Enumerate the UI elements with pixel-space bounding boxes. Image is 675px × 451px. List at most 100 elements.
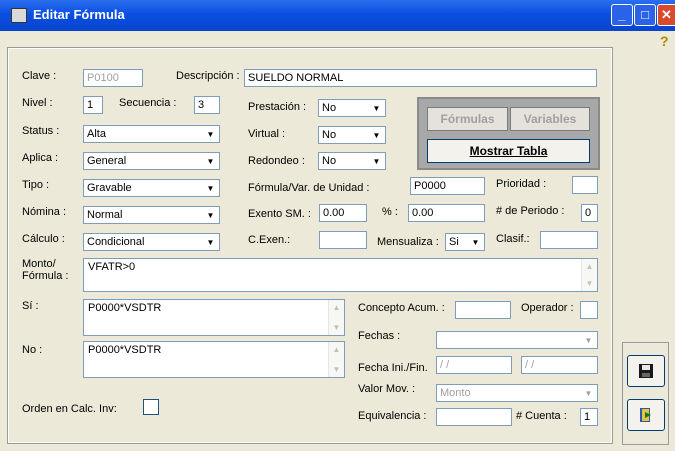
tipo-select[interactable]: Gravable ▼ xyxy=(83,179,220,197)
status-label: Status : xyxy=(22,125,60,137)
monto-scrollbar[interactable]: ▲ ▼ xyxy=(581,259,597,291)
chevron-down-icon[interactable]: ▼ xyxy=(203,181,218,196)
fecha-ini-field[interactable]: / / xyxy=(436,356,512,374)
variables-button[interactable]: Variables xyxy=(510,107,590,131)
num-periodo-field[interactable]: 0 xyxy=(581,204,598,222)
aplica-label: Aplica : xyxy=(22,152,59,164)
virtual-value: No xyxy=(322,129,337,141)
save-button[interactable] xyxy=(627,355,665,387)
scroll-up-icon[interactable]: ▲ xyxy=(583,260,596,273)
operador-field[interactable] xyxy=(580,301,598,319)
valor-mov-label: Valor Mov. : xyxy=(358,383,416,395)
maximize-button[interactable]: □ xyxy=(634,4,656,26)
formulas-button[interactable]: Fórmulas xyxy=(427,107,508,131)
chevron-down-icon[interactable]: ▼ xyxy=(581,333,596,348)
descripcion-label: Descripción : xyxy=(176,70,240,82)
aplica-value: General xyxy=(87,155,127,167)
exit-button[interactable] xyxy=(627,399,665,431)
chevron-down-icon[interactable]: ▼ xyxy=(468,235,483,250)
valor-mov-select[interactable]: Monto ▼ xyxy=(436,384,598,402)
clave-label: Clave : xyxy=(22,70,57,82)
calculo-label: Cálculo : xyxy=(22,233,65,245)
formula-unidad-field[interactable]: P0000 xyxy=(410,177,485,195)
chevron-down-icon[interactable]: ▼ xyxy=(369,128,384,143)
no-scrollbar[interactable]: ▲ ▼ xyxy=(328,342,344,377)
monto-formula-value: VFATR>0 xyxy=(88,261,136,273)
fechas-select[interactable]: ▼ xyxy=(436,331,598,349)
scroll-down-icon[interactable]: ▼ xyxy=(583,277,596,290)
nomina-value: Normal xyxy=(87,209,123,221)
num-cuenta-label: # Cuenta : xyxy=(516,410,567,422)
pct-field[interactable]: 0.00 xyxy=(408,204,485,222)
chevron-down-icon[interactable]: ▼ xyxy=(203,127,218,142)
virtual-select[interactable]: No ▼ xyxy=(318,126,386,144)
equivalencia-field[interactable] xyxy=(436,408,512,426)
nomina-select[interactable]: Normal ▼ xyxy=(83,206,220,224)
cexen-label: C.Exen.: xyxy=(248,234,291,246)
exit-door-icon xyxy=(640,408,651,422)
prioridad-field[interactable] xyxy=(572,176,598,194)
redondeo-select[interactable]: No ▼ xyxy=(318,152,386,170)
monto-formula-field[interactable]: VFATR>0 ▲ ▼ xyxy=(83,258,598,292)
concepto-acum-field[interactable] xyxy=(455,301,511,319)
prestacion-value: No xyxy=(322,102,337,114)
mostrar-tabla-button[interactable]: Mostrar Tabla xyxy=(427,139,590,163)
redondeo-value: No xyxy=(322,155,337,167)
question-icon[interactable]: ? xyxy=(660,33,669,49)
chevron-down-icon[interactable]: ▼ xyxy=(203,235,218,250)
descripcion-field[interactable]: SUELDO NORMAL xyxy=(244,69,597,87)
tipo-label: Tipo : xyxy=(22,179,50,191)
exento-label: Exento SM. : xyxy=(248,208,311,220)
monto-formula-label: Monto/ Fórmula : xyxy=(22,258,69,282)
exento-field[interactable]: 0.00 xyxy=(319,204,367,222)
num-cuenta-field[interactable]: 1 xyxy=(580,408,598,426)
clasif-label: Clasif.: xyxy=(496,233,530,245)
no-label: No : xyxy=(22,344,43,356)
nomina-label: Nómina : xyxy=(22,206,67,218)
chevron-down-icon[interactable]: ▼ xyxy=(369,154,384,169)
minimize-button[interactable]: _ xyxy=(611,4,633,26)
scroll-up-icon[interactable]: ▲ xyxy=(330,301,343,314)
status-select[interactable]: Alta ▼ xyxy=(83,125,220,143)
calculo-select[interactable]: Condicional ▼ xyxy=(83,233,220,251)
fechas-label: Fechas : xyxy=(358,330,401,342)
formula-unidad-label: Fórmula/Var. de Unidad : xyxy=(248,182,370,194)
orden-checkbox[interactable] xyxy=(143,399,159,415)
fecha-ini-fin-label: Fecha Ini./Fin. xyxy=(358,362,428,374)
secuencia-field[interactable]: 3 xyxy=(194,96,220,114)
prioridad-label: Prioridad : xyxy=(496,178,547,190)
si-label: Sí : xyxy=(22,300,39,312)
mensualiza-label: Mensualiza : xyxy=(377,236,439,248)
si-scrollbar[interactable]: ▲ ▼ xyxy=(328,300,344,335)
aplica-select[interactable]: General ▼ xyxy=(83,152,220,170)
app-icon xyxy=(11,8,27,23)
si-field[interactable]: P0000*VSDTR ▲ ▼ xyxy=(83,299,345,336)
operador-label: Operador : xyxy=(521,302,574,314)
scroll-down-icon[interactable]: ▼ xyxy=(330,321,343,334)
clave-field[interactable]: P0100 xyxy=(83,69,143,87)
scroll-up-icon[interactable]: ▲ xyxy=(330,343,343,356)
clasif-field[interactable] xyxy=(540,231,598,249)
chevron-down-icon[interactable]: ▼ xyxy=(203,208,218,223)
prestacion-label: Prestación : xyxy=(248,101,307,113)
window-title: Editar Fórmula xyxy=(33,7,125,22)
fecha-fin-field[interactable]: / / xyxy=(521,356,598,374)
close-button[interactable]: ✕ xyxy=(657,4,675,26)
nivel-field[interactable]: 1 xyxy=(83,96,103,114)
chevron-down-icon[interactable]: ▼ xyxy=(581,386,596,401)
cexen-field[interactable] xyxy=(319,231,367,249)
orden-label: Orden en Calc. Inv: xyxy=(22,403,117,415)
no-value: P0000*VSDTR xyxy=(88,344,162,356)
chevron-down-icon[interactable]: ▼ xyxy=(369,101,384,116)
scroll-down-icon[interactable]: ▼ xyxy=(330,363,343,376)
prestacion-select[interactable]: No ▼ xyxy=(318,99,386,117)
mensualiza-select[interactable]: Si ▼ xyxy=(445,233,485,251)
secuencia-label: Secuencia : xyxy=(119,97,177,109)
chevron-down-icon[interactable]: ▼ xyxy=(203,154,218,169)
redondeo-label: Redondeo : xyxy=(248,155,305,167)
calculo-value: Condicional xyxy=(87,236,145,248)
no-field[interactable]: P0000*VSDTR ▲ ▼ xyxy=(83,341,345,378)
status-value: Alta xyxy=(87,128,106,140)
mensualiza-value: Si xyxy=(449,236,459,248)
equivalencia-label: Equivalencia : xyxy=(358,410,427,422)
